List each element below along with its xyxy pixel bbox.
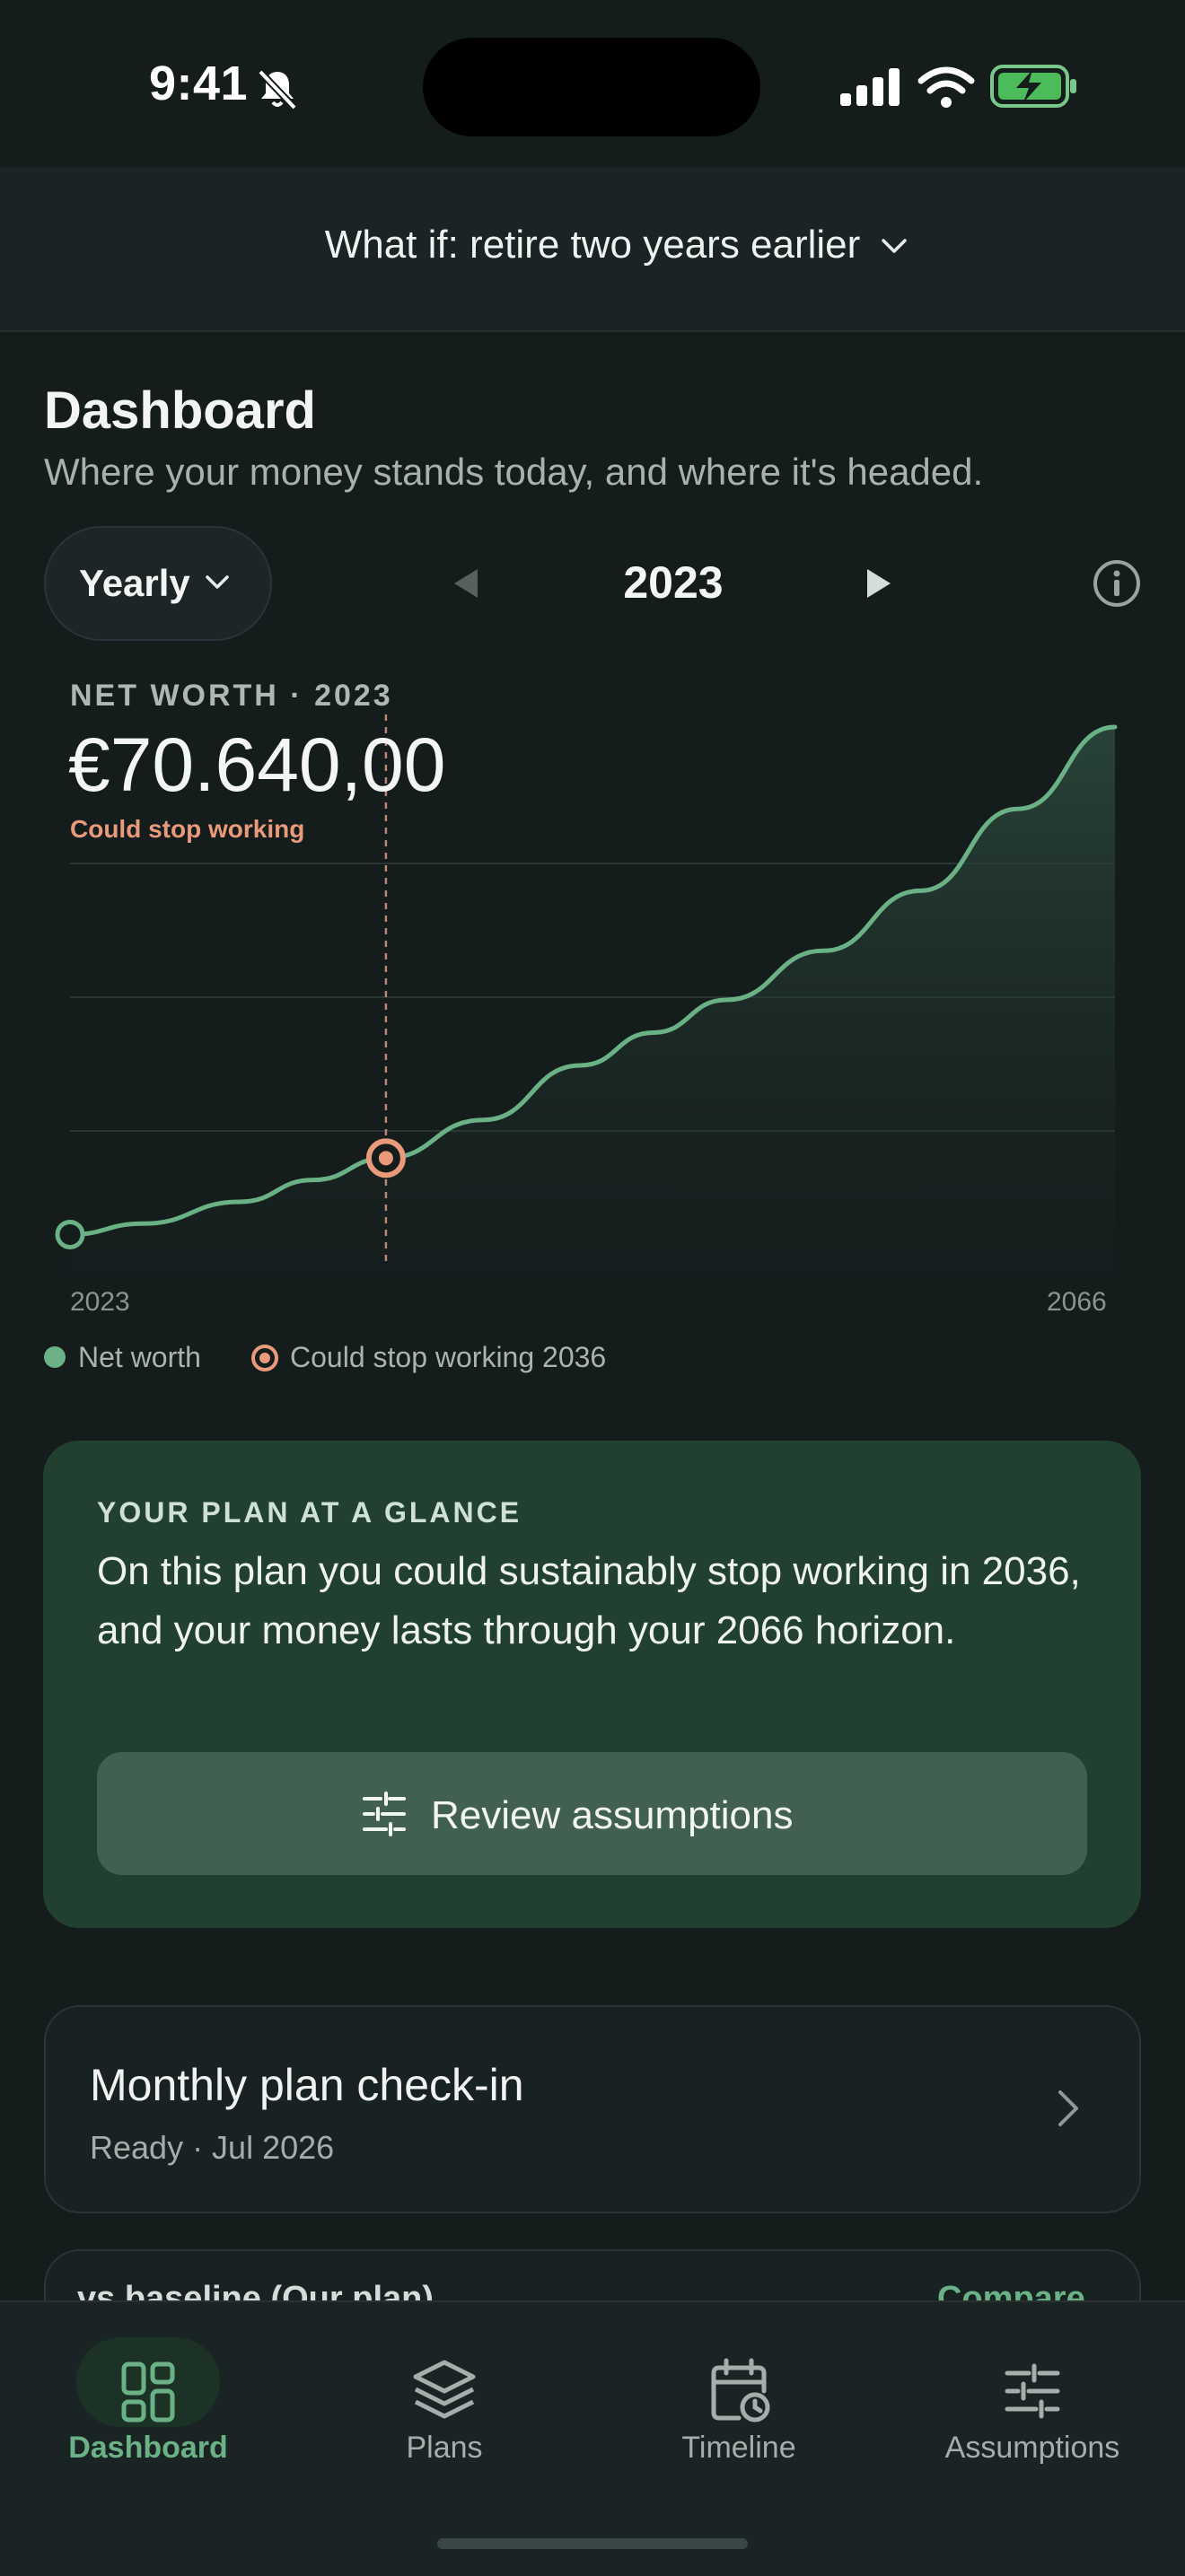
battery-charging-icon (990, 65, 1076, 108)
tab-label-assumptions: Assumptions (944, 2431, 1120, 2465)
tab-plans[interactable]: Plans (296, 2298, 592, 2477)
cellular-signal-icon (840, 68, 900, 106)
glance-kicker: YOUR PLAN AT A GLANCE (97, 1496, 522, 1529)
start-point (55, 1219, 85, 1249)
legend-stop-working: Could stop working 2036 (290, 1341, 607, 1373)
tab-label-timeline: Timeline (681, 2431, 796, 2465)
sliders-icon (363, 1792, 406, 1836)
legend-net-worth: Net worth (78, 1341, 201, 1373)
x-axis-start-label: 2023 (70, 1287, 130, 1317)
stop-working-point (365, 1138, 406, 1178)
legend-net-worth-swatch (44, 1346, 66, 1368)
stop-working-note: Could stop working (70, 815, 305, 843)
chevron-right-icon (1058, 2090, 1078, 2126)
home-indicator (437, 2538, 748, 2549)
review-assumptions-label: Review assumptions (431, 1793, 794, 1837)
page-subtitle: Where your money stands today, and where… (44, 451, 984, 493)
tab-assumptions[interactable]: Assumptions (884, 2298, 1181, 2477)
chevron-down-icon (882, 239, 907, 253)
previous-year-button[interactable] (451, 565, 481, 601)
tab-label-plans: Plans (406, 2431, 483, 2465)
tab-dashboard[interactable]: Dashboard (0, 2298, 296, 2477)
scenario-label[interactable]: What if: retire two years earlier (0, 223, 1185, 267)
checkin-title: Monthly plan check-in (90, 2060, 524, 2110)
layers-icon (413, 2360, 476, 2419)
chart-kicker: NET WORTH · 2023 (70, 679, 393, 713)
dynamic-island (423, 38, 760, 136)
net-worth-area (70, 727, 1115, 1282)
year-label: 2023 (623, 557, 724, 608)
x-axis-end-label: 2066 (1047, 1287, 1107, 1317)
wifi-icon (917, 66, 975, 108)
glance-body: On this plan you could sustainably stop … (97, 1549, 1081, 1652)
sliders-icon (1005, 2363, 1060, 2419)
stop-working-point-dot (378, 1151, 393, 1166)
checkin-subtitle: Ready · Jul 2026 (90, 2129, 335, 2166)
info-icon[interactable] (1092, 558, 1142, 609)
tab-label-dashboard: Dashboard (68, 2431, 228, 2465)
period-label: Yearly (79, 562, 190, 604)
calendar-clock-icon (711, 2358, 770, 2423)
silent-mode-icon (258, 69, 297, 110)
page-title: Dashboard (44, 381, 316, 440)
net-worth-value: €70.640,00 (68, 723, 446, 807)
tab-timeline[interactable]: Timeline (591, 2298, 887, 2477)
next-year-button[interactable] (864, 565, 894, 601)
legend-stop-working-swatch (251, 1345, 278, 1371)
dashboard-icon (121, 2361, 175, 2423)
status-time: 9:41 (149, 57, 249, 110)
chevron-down-icon (206, 575, 229, 589)
